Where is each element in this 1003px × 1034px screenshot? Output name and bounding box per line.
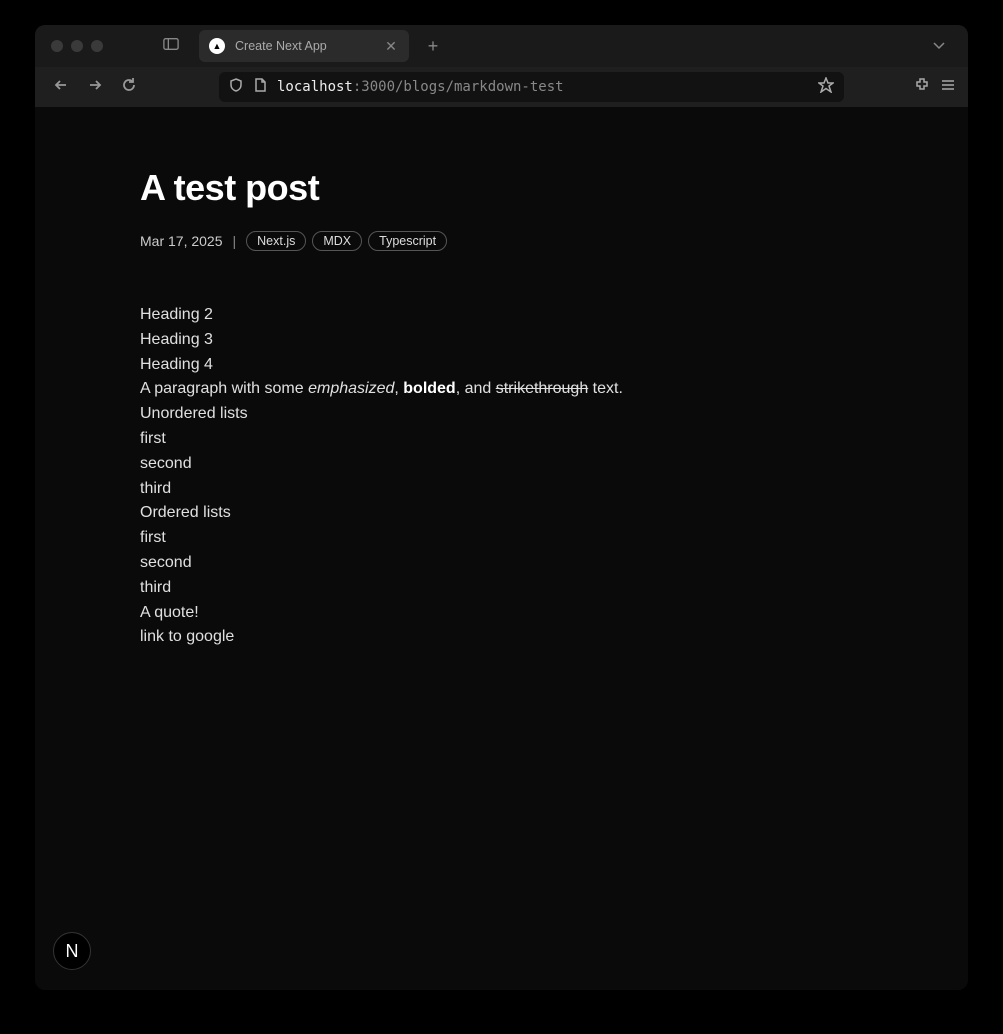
reload-icon bbox=[121, 77, 137, 98]
arrow-left-icon bbox=[53, 77, 69, 98]
traffic-lights bbox=[45, 40, 113, 52]
back-button[interactable] bbox=[47, 73, 75, 101]
paragraph-text: , and bbox=[456, 380, 496, 397]
window-minimize-button[interactable] bbox=[71, 40, 83, 52]
tag[interactable]: MDX bbox=[312, 231, 362, 251]
paragraph: A paragraph with some emphasized, bolded… bbox=[140, 377, 863, 402]
browser-toolbar: localhost:3000/blogs/markdown-test bbox=[35, 67, 968, 107]
hamburger-icon bbox=[940, 80, 956, 97]
bookmark-button[interactable] bbox=[818, 77, 834, 98]
tab-close-button[interactable]: ✕ bbox=[383, 38, 399, 55]
puzzle-icon bbox=[914, 80, 930, 97]
tab-favicon: ▲ bbox=[209, 38, 225, 54]
app-menu-button[interactable] bbox=[940, 77, 956, 98]
heading-3: Heading 3 bbox=[140, 328, 863, 353]
post-body: Heading 2 Heading 3 Heading 4 A paragrap… bbox=[140, 303, 863, 650]
forward-button[interactable] bbox=[81, 73, 109, 101]
list-item: second bbox=[140, 452, 863, 477]
paragraph-text: , bbox=[394, 380, 403, 397]
paragraph-text: A paragraph with some bbox=[140, 380, 308, 397]
list-item: third bbox=[140, 477, 863, 502]
url-bar[interactable]: localhost:3000/blogs/markdown-test bbox=[219, 72, 844, 102]
page-content: A test post Mar 17, 2025 | Next.js MDX T… bbox=[35, 107, 968, 990]
list-item: third bbox=[140, 576, 863, 601]
arrow-right-icon bbox=[87, 77, 103, 98]
shield-icon bbox=[229, 78, 243, 97]
tag[interactable]: Typescript bbox=[368, 231, 447, 251]
browser-window: ▲ Create Next App ✕ + bbox=[35, 25, 968, 990]
paragraph-text: text. bbox=[588, 380, 623, 397]
tags-container: Next.js MDX Typescript bbox=[246, 231, 447, 251]
sidebar-icon bbox=[163, 37, 179, 56]
ordered-lists-label: Ordered lists bbox=[140, 501, 863, 526]
post-date: Mar 17, 2025 bbox=[140, 233, 223, 249]
nextjs-dev-badge[interactable]: N bbox=[53, 932, 91, 970]
meta-separator: | bbox=[233, 233, 237, 249]
chevron-down-icon bbox=[932, 37, 946, 54]
strikethrough-text: strikethrough bbox=[496, 380, 589, 397]
sidebar-toggle-button[interactable] bbox=[159, 34, 183, 58]
unordered-lists-label: Unordered lists bbox=[140, 402, 863, 427]
link[interactable]: link to google bbox=[140, 625, 863, 650]
new-tab-button[interactable]: + bbox=[421, 36, 445, 57]
url-text: localhost:3000/blogs/markdown-test bbox=[277, 79, 808, 95]
emphasized-text: emphasized bbox=[308, 380, 394, 397]
plus-icon: + bbox=[428, 36, 439, 56]
page-icon bbox=[253, 78, 267, 97]
list-item: first bbox=[140, 526, 863, 551]
star-icon bbox=[818, 80, 834, 97]
reload-button[interactable] bbox=[115, 73, 143, 101]
window-close-button[interactable] bbox=[51, 40, 63, 52]
url-path: :3000/blogs/markdown-test bbox=[353, 79, 564, 95]
quote: A quote! bbox=[140, 601, 863, 626]
close-icon: ✕ bbox=[385, 38, 397, 54]
post-meta: Mar 17, 2025 | Next.js MDX Typescript bbox=[140, 231, 863, 251]
url-host: localhost bbox=[277, 79, 353, 95]
window-maximize-button[interactable] bbox=[91, 40, 103, 52]
heading-4: Heading 4 bbox=[140, 353, 863, 378]
browser-tab[interactable]: ▲ Create Next App ✕ bbox=[199, 30, 409, 62]
extensions-button[interactable] bbox=[914, 77, 930, 98]
list-item: first bbox=[140, 427, 863, 452]
tag[interactable]: Next.js bbox=[246, 231, 306, 251]
nextjs-icon: N bbox=[66, 941, 79, 962]
tabs-dropdown-button[interactable] bbox=[932, 37, 946, 55]
heading-2: Heading 2 bbox=[140, 303, 863, 328]
list-item: second bbox=[140, 551, 863, 576]
tab-title: Create Next App bbox=[235, 39, 373, 53]
tab-bar: ▲ Create Next App ✕ + bbox=[35, 25, 968, 67]
bolded-text: bolded bbox=[403, 380, 455, 397]
post-title: A test post bbox=[140, 167, 863, 209]
